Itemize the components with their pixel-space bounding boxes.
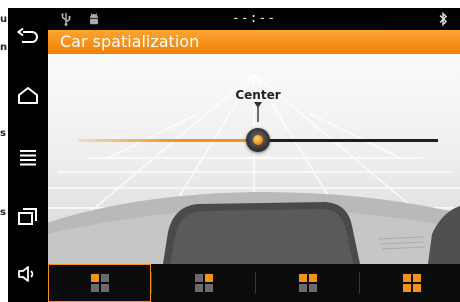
position-marker-icon <box>254 102 262 122</box>
app-screen: --:-- Car spatialization Center <box>48 8 460 302</box>
navigation-bar <box>8 8 48 302</box>
bluetooth-icon <box>439 11 448 27</box>
seat-front-right-icon <box>194 274 213 292</box>
device-frame: --:-- Car spatialization Center <box>8 8 460 302</box>
car-interior-image <box>48 192 460 264</box>
tab-seat-all[interactable] <box>360 264 460 302</box>
status-bar: --:-- <box>48 8 460 30</box>
seat-tab-bar <box>48 264 460 302</box>
slider-track-filled[interactable] <box>78 139 258 142</box>
tab-seat-front-right[interactable] <box>152 264 255 302</box>
slider-thumb[interactable] <box>246 128 270 152</box>
page-title: Car spatialization <box>60 32 200 51</box>
recent-apps-button[interactable] <box>12 196 44 236</box>
recent-apps-icon <box>18 208 37 225</box>
status-time: --:-- <box>231 11 277 26</box>
tab-seat-front-left[interactable] <box>48 264 151 302</box>
seat-front-row-icon <box>298 274 317 292</box>
menu-icon <box>20 150 36 166</box>
seat-front-left-icon <box>90 274 109 292</box>
menu-button[interactable] <box>12 137 44 177</box>
clipped-text-fragment: n <box>0 42 8 53</box>
clipped-text-fragment: u <box>0 14 8 25</box>
home-button[interactable] <box>12 76 44 116</box>
title-bar: Car spatialization <box>48 30 460 54</box>
page-edge: u n s s <box>0 0 8 302</box>
slider-thumb-dot <box>253 135 263 145</box>
back-button[interactable] <box>12 18 44 58</box>
home-icon <box>18 87 38 104</box>
spatialization-panel: Center <box>48 54 460 264</box>
back-icon <box>17 28 38 43</box>
clipped-text-fragment: s <box>0 128 6 139</box>
volume-button[interactable] <box>12 254 44 294</box>
seat-all-icon <box>402 274 421 292</box>
clipped-text-fragment: s <box>0 207 6 218</box>
volume-icon <box>18 266 34 282</box>
tab-seat-front-row[interactable] <box>256 264 359 302</box>
slider-track-empty[interactable] <box>258 139 438 142</box>
position-label: Center <box>235 88 281 102</box>
